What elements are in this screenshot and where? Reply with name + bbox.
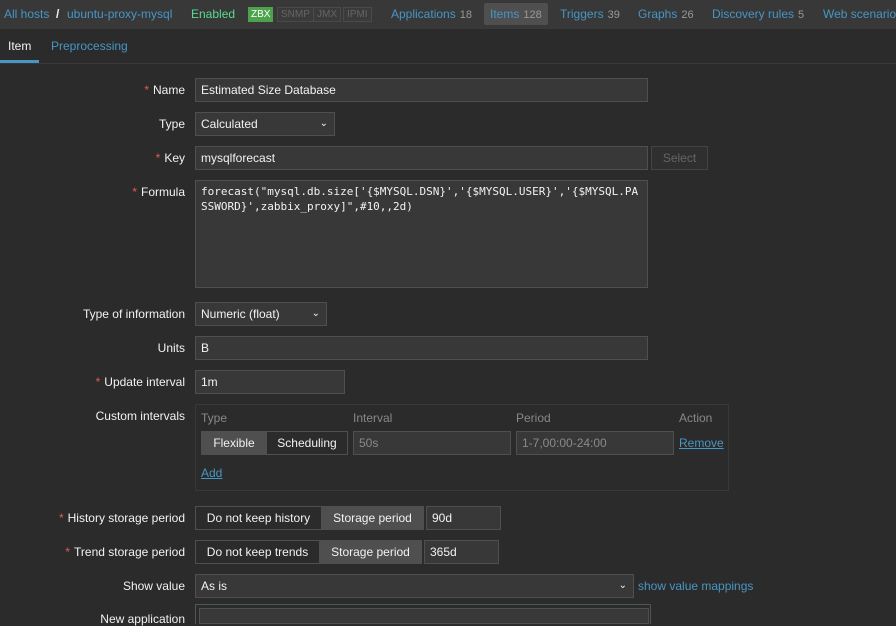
history-do-not-keep-toggle[interactable]: Do not keep history xyxy=(195,506,322,530)
update-interval-label: * Update interval xyxy=(95,375,185,389)
name-input[interactable]: Estimated Size Database xyxy=(195,78,648,102)
ci-remove-link[interactable]: Remove xyxy=(679,436,724,450)
badge-zbx: ZBX xyxy=(248,7,274,22)
nav-web-scenarios[interactable]: Web scenario xyxy=(823,0,896,29)
history-storage-period-toggle[interactable]: Storage period xyxy=(321,506,424,530)
ci-header-action: Action xyxy=(679,411,713,425)
nav-triggers[interactable]: Triggers 39 xyxy=(560,0,620,29)
type-label: Type xyxy=(158,117,185,131)
chevron-down-icon: ⌄ xyxy=(319,118,328,129)
ci-header-period: Period xyxy=(516,411,551,425)
show-value-select[interactable]: As is ⌄ xyxy=(195,574,634,598)
host-navigation-bar: All hosts / ubuntu-proxy-mysql Enabled Z… xyxy=(0,0,896,29)
breadcrumb-all-hosts[interactable]: All hosts xyxy=(4,0,49,29)
trend-do-not-keep-toggle[interactable]: Do not keep trends xyxy=(195,540,320,564)
update-interval-input[interactable]: 1m xyxy=(195,370,345,394)
formula-textarea[interactable]: forecast("mysql.db.size['{$MYSQL.DSN}','… xyxy=(195,180,648,288)
chevron-down-icon: ⌄ xyxy=(311,308,320,319)
key-label: * Key xyxy=(155,151,185,165)
tab-preprocessing[interactable]: Preprocessing xyxy=(51,29,128,63)
history-period-input[interactable]: 90d xyxy=(426,506,501,530)
ci-header-type: Type xyxy=(201,411,228,425)
chevron-down-icon: ⌄ xyxy=(618,580,627,591)
name-label: * Name xyxy=(144,83,185,97)
trend-storage-period-toggle[interactable]: Storage period xyxy=(319,540,422,564)
badge-jmx: JMX xyxy=(313,7,341,22)
ci-scheduling-toggle[interactable]: Scheduling xyxy=(266,431,348,455)
badge-snmp: SNMP xyxy=(277,7,314,22)
new-application-input[interactable] xyxy=(199,608,649,624)
show-value-mappings-link[interactable]: show value mappings xyxy=(638,579,753,593)
breadcrumb-separator: / xyxy=(56,7,60,21)
history-storage-label: * History storage period xyxy=(58,511,185,525)
badge-ipmi: IPMI xyxy=(343,7,372,22)
ci-interval-input[interactable]: 50s xyxy=(353,431,511,455)
show-value-label: Show value xyxy=(122,579,185,593)
tab-item[interactable]: Item xyxy=(0,29,40,63)
ci-period-input[interactable]: 1-7,00:00-24:00 xyxy=(516,431,674,455)
nav-graphs[interactable]: Graphs 26 xyxy=(638,0,694,29)
nav-items[interactable]: Items 128 xyxy=(484,0,548,29)
new-application-label: New application xyxy=(100,612,185,626)
nav-applications[interactable]: Applications 18 xyxy=(391,0,472,29)
trend-period-input[interactable]: 365d xyxy=(424,540,499,564)
units-input[interactable]: B xyxy=(195,336,648,360)
formula-label: * Formula xyxy=(132,185,185,199)
key-select-button[interactable]: Select xyxy=(651,146,708,170)
nav-discovery-rules[interactable]: Discovery rules 5 xyxy=(712,0,804,29)
status-enabled[interactable]: Enabled xyxy=(191,0,235,29)
custom-intervals-label: Custom intervals xyxy=(95,409,185,423)
trend-storage-label: * Trend storage period xyxy=(65,545,185,559)
form-tabs: Item Preprocessing xyxy=(0,29,896,64)
type-of-information-select[interactable]: Numeric (float) ⌄ xyxy=(195,302,327,326)
ci-flexible-toggle[interactable]: Flexible xyxy=(201,431,267,455)
ci-add-link[interactable]: Add xyxy=(201,466,222,480)
breadcrumb-host[interactable]: ubuntu-proxy-mysql xyxy=(67,0,172,29)
type-of-information-label: Type of information xyxy=(82,307,185,321)
key-input[interactable]: mysqlforecast xyxy=(195,146,648,170)
units-label: Units xyxy=(157,341,185,355)
type-select[interactable]: Calculated ⌄ xyxy=(195,112,335,136)
ci-header-interval: Interval xyxy=(353,411,393,425)
